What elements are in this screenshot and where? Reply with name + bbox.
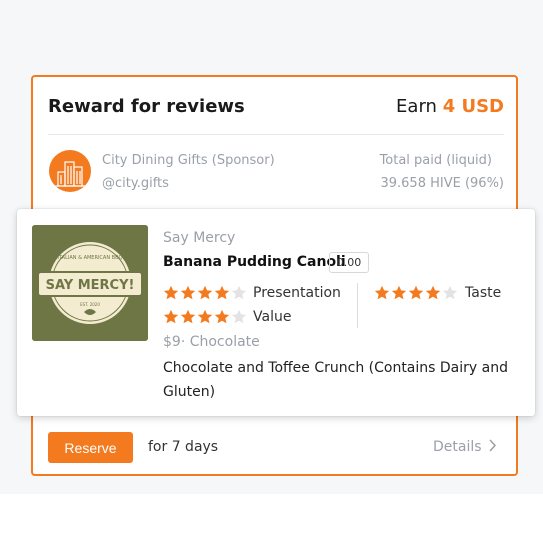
ratings-divider	[357, 283, 358, 328]
taste-label: Taste	[465, 285, 502, 301]
value-label: Value	[253, 309, 292, 325]
star-filled-icon	[197, 309, 213, 324]
star-filled-icon	[197, 285, 213, 300]
star-empty-icon	[442, 285, 458, 300]
sponsor-name[interactable]: City Dining Gifts (Sponsor)	[102, 153, 275, 168]
star-filled-icon	[180, 285, 196, 300]
star-filled-icon	[163, 285, 179, 300]
star-empty-icon	[231, 285, 247, 300]
star-filled-icon	[391, 285, 407, 300]
restaurant-logo-image: ITALIAN & AMERICAN BBQ SAY MERCY! EST. 2…	[32, 225, 148, 341]
earn-amount: Earn 4 USD	[396, 96, 504, 117]
dish-name[interactable]: Banana Pudding Canoli	[163, 254, 346, 270]
reserve-button[interactable]: Reserve	[48, 432, 133, 463]
earn-prefix: Earn	[396, 96, 437, 117]
taste-stars	[374, 285, 459, 301]
sponsor-avatar[interactable]	[49, 150, 91, 192]
dish-score-badge: 0.00	[329, 252, 369, 273]
sponsor-handle[interactable]: @city.gifts	[102, 176, 169, 191]
value-stars	[163, 309, 248, 325]
presentation-stars	[163, 285, 248, 301]
star-filled-icon	[214, 309, 230, 324]
card-title: Reward for reviews	[48, 96, 245, 117]
star-filled-icon	[374, 285, 390, 300]
star-empty-icon	[231, 309, 247, 324]
earn-value: 4 USD	[442, 96, 504, 117]
star-filled-icon	[180, 309, 196, 324]
total-paid-value: 39.658 HIVE (96%)	[380, 176, 504, 191]
star-filled-icon	[425, 285, 441, 300]
divider	[48, 134, 504, 135]
star-filled-icon	[408, 285, 424, 300]
dish-description: Chocolate and Toffee Crunch (Contains Da…	[163, 360, 508, 400]
price-category: $9· Chocolate	[163, 334, 260, 350]
details-label: Details	[433, 439, 482, 455]
reserve-duration: for 7 days	[148, 439, 219, 455]
logo-top-text: ITALIAN & AMERICAN BBQ	[58, 255, 123, 261]
logo-bottom-text: EST. 2020	[80, 302, 100, 307]
star-filled-icon	[163, 309, 179, 324]
presentation-label: Presentation	[253, 285, 341, 301]
total-paid-label: Total paid (liquid)	[379, 153, 492, 168]
restaurant-name[interactable]: Say Mercy	[163, 230, 235, 246]
chevron-right-icon	[489, 439, 497, 452]
city-buildings-icon	[55, 161, 85, 187]
details-link[interactable]: Details	[433, 439, 497, 455]
say-mercy-logo: ITALIAN & AMERICAN BBQ SAY MERCY! EST. 2…	[32, 225, 148, 341]
logo-main-text: SAY MERCY!	[46, 278, 135, 293]
star-filled-icon	[214, 285, 230, 300]
